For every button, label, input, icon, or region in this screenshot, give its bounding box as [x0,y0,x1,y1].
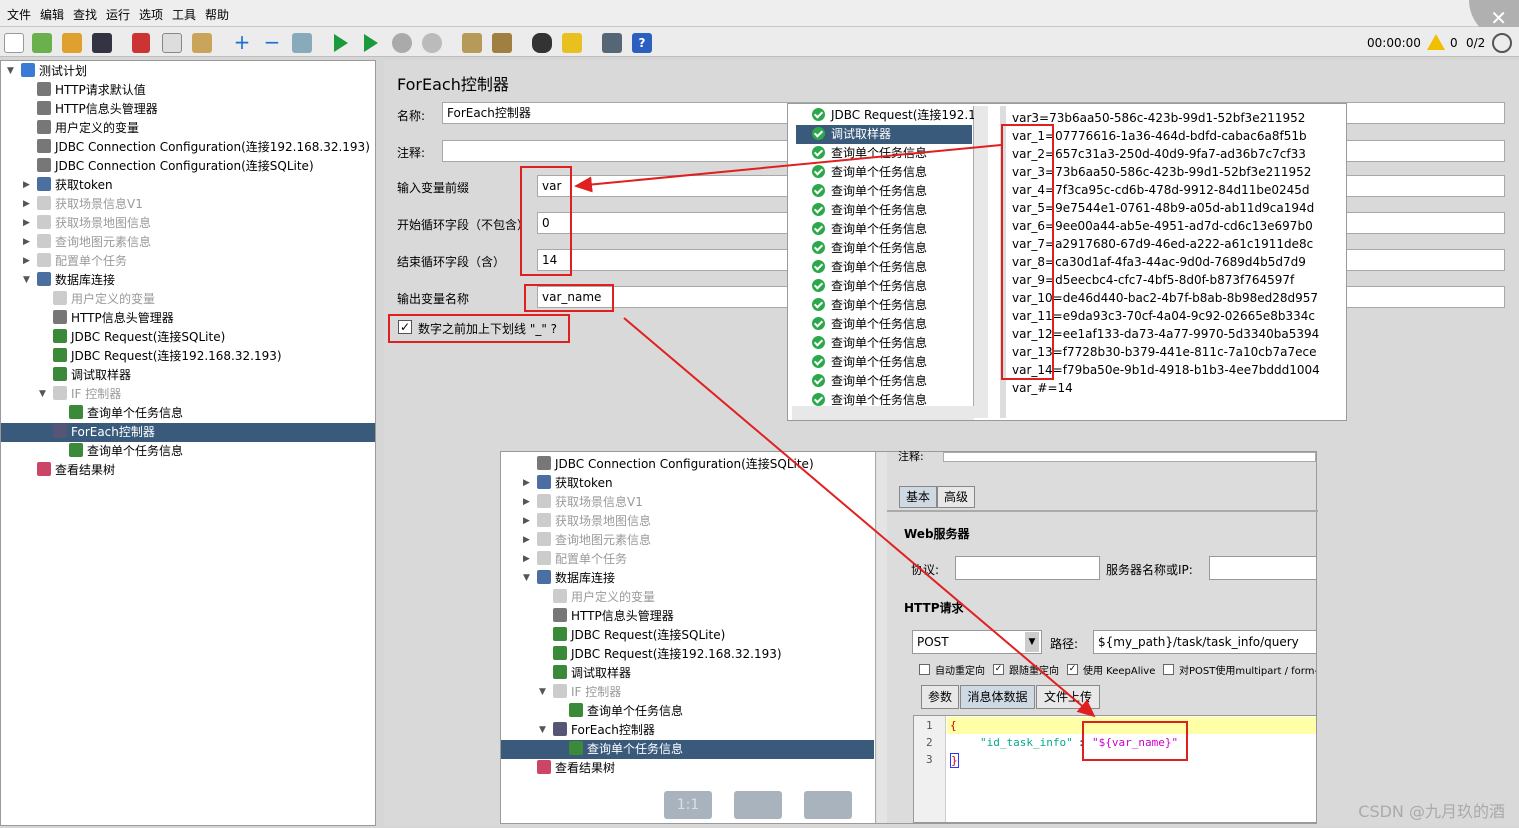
arrow-vars-to-prefix [574,144,1002,193]
arrow-output-to-body [623,317,1096,718]
watermark: CSDN @九月玖的酒 [1358,802,1505,821]
annotation-arrows [574,144,1096,718]
